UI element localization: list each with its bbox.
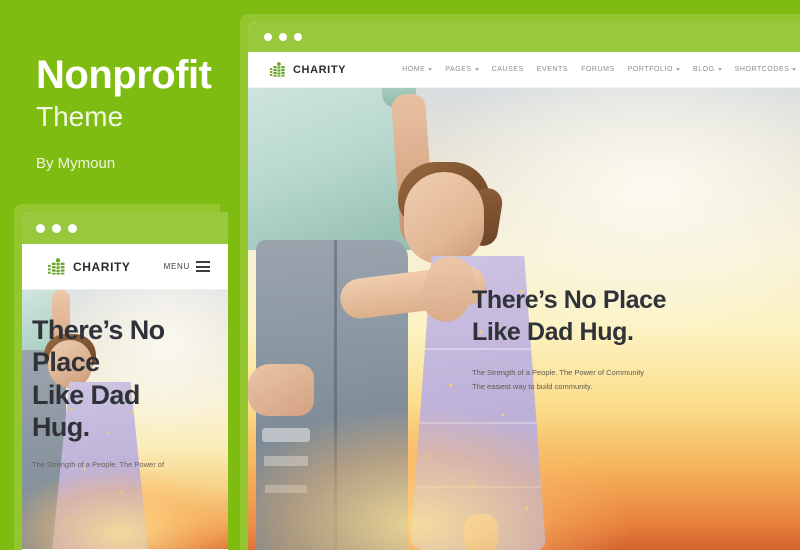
hero-copy: There’s No Place Like Dad Hug. The Stren… (472, 284, 732, 394)
mobile-hero-sunset-glow (22, 469, 228, 549)
nav-item-shortcodes[interactable]: SHORTCODES (735, 66, 797, 73)
nav-label: CAUSES (491, 66, 524, 73)
maximize-dot-icon[interactable] (68, 223, 77, 233)
mobile-hero-subtitle: The Strength of a People. The Power of (32, 458, 218, 472)
chevron-down-icon (675, 68, 680, 71)
nav-item-events[interactable]: EVENTS (537, 66, 568, 73)
hero-section: There’s No Place Like Dad Hug. The Stren… (248, 88, 800, 550)
nav-label: FORUMS (581, 66, 615, 73)
primary-nav: HOME PAGES CAUSES EVENTS FORUMS PORTFOLI… (402, 66, 800, 73)
charity-logo-icon (48, 258, 65, 275)
hero-photo-parent-hand (248, 364, 314, 416)
hero-title: There’s No Place Like Dad Hug. (472, 284, 732, 348)
site-header: CHARITY HOME PAGES CAUSES EVENTS FORUMS … (248, 52, 800, 88)
promo-subtitle: Theme (36, 101, 124, 132)
nav-item-portfolio[interactable]: PORTFOLIO (628, 66, 680, 73)
charity-logo-icon (270, 62, 285, 77)
desktop-browser-window: CHARITY HOME PAGES CAUSES EVENTS FORUMS … (248, 22, 800, 550)
mobile-hero-title: There’s No Place Like Dad Hug. (32, 314, 218, 444)
hero-subtitle-line-2: The easiest way to build community. (472, 381, 593, 391)
mobile-window-titlebar[interactable] (22, 212, 228, 244)
hero-subtitle: The Strength of a People. The Power of C… (472, 366, 732, 394)
chevron-down-icon (717, 68, 722, 71)
nav-label: BLOG (692, 66, 715, 73)
mobile-site-brand-name: CHARITY (73, 259, 131, 274)
mobile-hero-title-line-3: Like Dad (32, 379, 140, 410)
nav-label: PAGES (445, 66, 472, 73)
promo-title: Nonprofit (36, 53, 212, 97)
mobile-hero-title-line-2: Place (32, 347, 100, 378)
minimize-dot-icon[interactable] (52, 223, 61, 233)
site-brand-name: CHARITY (293, 63, 347, 76)
chevron-down-icon (428, 68, 433, 71)
close-dot-icon[interactable] (264, 33, 272, 41)
mobile-menu-label: MENU (163, 262, 190, 271)
mobile-hero-copy: There’s No Place Like Dad Hug. The Stren… (32, 314, 218, 471)
mobile-browser-window: CHARITY MENU There’s No Place Like Dad H… (22, 212, 228, 550)
chevron-down-icon (792, 68, 797, 71)
hero-photo-child-face (404, 172, 484, 264)
mobile-hero-title-line-1: There’s No (32, 315, 165, 345)
hero-photo-child-leg (464, 514, 498, 550)
mobile-hero-subtitle-line-1: The Strength of a People. The Power of (32, 459, 165, 469)
nav-item-pages[interactable]: PAGES (445, 66, 479, 73)
nav-label: SHORTCODES (734, 66, 790, 73)
mobile-hero-title-line-4: Hug. (32, 412, 90, 443)
mobile-window-control-dots (36, 223, 77, 233)
mobile-hero-section: There’s No Place Like Dad Hug. The Stren… (22, 290, 228, 549)
maximize-dot-icon[interactable] (294, 33, 302, 41)
mobile-site-brand[interactable]: CHARITY (48, 258, 131, 275)
window-control-dots (264, 33, 302, 41)
hero-title-line-1: There’s No Place (472, 286, 667, 314)
minimize-dot-icon[interactable] (279, 33, 287, 41)
promo-author: By Mymoun (36, 154, 116, 172)
nav-item-forums[interactable]: FORUMS (581, 66, 615, 73)
hero-photo-parent-shirt (248, 88, 416, 250)
nav-label: HOME (402, 66, 426, 73)
chevron-down-icon (474, 68, 479, 71)
hero-subtitle-line-1: The Strength of a People. The Power of C… (472, 368, 645, 377)
nav-label: EVENTS (536, 66, 569, 73)
hero-title-line-2: Like Dad Hug. (472, 318, 634, 346)
nav-label: PORTFOLIO (627, 66, 673, 73)
nav-item-home[interactable]: HOME (402, 66, 433, 73)
mobile-menu-button[interactable]: MENU (164, 261, 210, 272)
nav-item-blog[interactable]: BLOG (693, 66, 722, 73)
close-dot-icon[interactable] (36, 223, 45, 233)
hamburger-menu-icon (196, 261, 210, 272)
site-brand[interactable]: CHARITY (270, 62, 346, 77)
mobile-site-header: CHARITY MENU (22, 244, 228, 290)
desktop-window-titlebar[interactable] (248, 22, 800, 52)
nav-item-causes[interactable]: CAUSES (492, 66, 524, 73)
